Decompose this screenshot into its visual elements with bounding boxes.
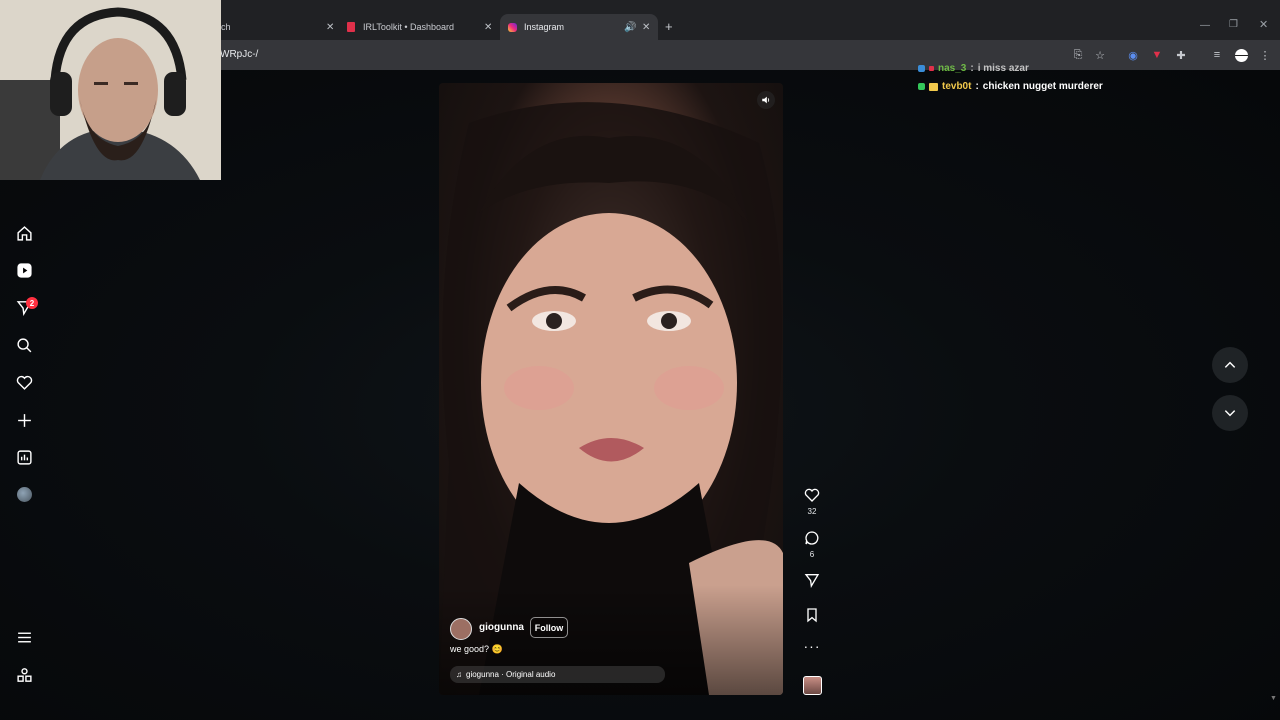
also-from-meta-icon[interactable] bbox=[14, 665, 34, 685]
chevron-up-icon bbox=[1224, 361, 1236, 368]
heart-icon[interactable] bbox=[14, 372, 34, 392]
reel-video[interactable]: giogunna Follow we good? 😊 ♫ giogunna · … bbox=[439, 83, 783, 695]
tab-irltoolkit[interactable]: IRLToolkit • Dashboard ✕ bbox=[347, 14, 497, 40]
follow-button[interactable]: Follow bbox=[530, 617, 568, 638]
like-action[interactable]: 32 bbox=[802, 487, 822, 516]
tab-twitch[interactable]: ch ✕ bbox=[221, 14, 341, 40]
chat-username: tevb0t bbox=[942, 81, 972, 92]
webcam-overlay bbox=[0, 0, 221, 180]
comment-icon[interactable] bbox=[804, 530, 820, 546]
streamer-webcam-image bbox=[0, 0, 221, 180]
chat-separator: : bbox=[975, 81, 979, 92]
close-icon[interactable]: ✕ bbox=[642, 22, 650, 33]
restore-icon[interactable]: ❐ bbox=[1229, 19, 1238, 30]
extensions-puzzle-icon[interactable]: ✚ bbox=[1173, 47, 1189, 63]
author-avatar[interactable] bbox=[450, 618, 472, 640]
tab-label: ch bbox=[221, 22, 231, 32]
chat-sub-icon bbox=[929, 66, 934, 71]
close-icon[interactable]: ✕ bbox=[326, 22, 334, 33]
tab-label: Instagram bbox=[524, 22, 565, 32]
hamburger-menu-icon[interactable] bbox=[14, 627, 34, 647]
audio-thumbnail[interactable] bbox=[802, 676, 822, 695]
share-icon[interactable] bbox=[804, 572, 820, 588]
address-bar[interactable]: WRpJc-/ bbox=[220, 49, 258, 60]
bookmark-star-icon[interactable]: ☆ bbox=[1092, 47, 1108, 63]
chat-badge-icon bbox=[918, 83, 925, 90]
heart-icon[interactable] bbox=[804, 487, 820, 503]
minimize-icon[interactable]: — bbox=[1200, 20, 1210, 31]
speaker-icon[interactable]: 🔊 bbox=[624, 22, 636, 33]
media-control-icon[interactable]: ≡ bbox=[1209, 47, 1225, 63]
chat-text: i miss azar bbox=[977, 63, 1029, 74]
share-action[interactable] bbox=[802, 572, 822, 588]
reels-icon[interactable] bbox=[14, 260, 34, 280]
previous-reel-button[interactable] bbox=[1212, 347, 1248, 383]
chat-badge-icon bbox=[918, 65, 925, 72]
dashboard-icon[interactable] bbox=[14, 447, 34, 467]
profile-avatar[interactable] bbox=[14, 484, 34, 504]
author-username[interactable]: giogunna bbox=[479, 622, 524, 633]
chat-message: nas_3 : i miss azar bbox=[918, 63, 1029, 74]
comment-count: 6 bbox=[809, 550, 815, 559]
audio-label: giogunna · Original audio bbox=[466, 670, 556, 679]
profile-icon[interactable] bbox=[1233, 47, 1249, 63]
window-close-icon[interactable]: ✕ bbox=[1259, 18, 1268, 31]
comment-action[interactable]: 6 bbox=[802, 530, 822, 559]
create-plus-icon[interactable] bbox=[14, 410, 34, 430]
chevron-down-icon bbox=[1224, 410, 1236, 417]
chat-username: nas_3 bbox=[938, 63, 967, 74]
notification-badge: 2 bbox=[26, 297, 38, 309]
home-icon[interactable] bbox=[14, 223, 34, 243]
irltoolkit-icon bbox=[347, 22, 355, 32]
scroll-down-icon[interactable]: ▼ bbox=[1270, 695, 1277, 702]
tab-instagram[interactable]: Instagram 🔊 ✕ bbox=[500, 14, 658, 40]
extension-audio-icon[interactable]: ◉ bbox=[1125, 47, 1141, 63]
chat-gift-icon bbox=[929, 82, 938, 91]
new-tab-icon[interactable]: + bbox=[665, 19, 673, 34]
audio-attribution[interactable]: ♫ giogunna · Original audio bbox=[450, 666, 665, 683]
chat-text: chicken nugget murderer bbox=[982, 81, 1103, 92]
search-icon[interactable] bbox=[14, 335, 34, 355]
chat-separator: : bbox=[970, 63, 974, 74]
browser-menu-icon[interactable]: ⋮ bbox=[1257, 47, 1273, 63]
more-options-icon[interactable]: ··· bbox=[802, 639, 822, 653]
extension-red-icon[interactable]: ▼ bbox=[1149, 47, 1165, 63]
close-icon[interactable]: ✕ bbox=[484, 22, 492, 33]
tab-label: IRLToolkit • Dashboard bbox=[363, 22, 455, 32]
install-app-icon[interactable]: ⎘ bbox=[1070, 47, 1086, 63]
like-count: 32 bbox=[807, 507, 817, 516]
save-action[interactable] bbox=[802, 607, 822, 623]
instagram-icon bbox=[508, 22, 517, 32]
music-note-icon: ♫ bbox=[456, 670, 462, 679]
speaker-mute-icon[interactable] bbox=[757, 91, 775, 109]
chat-message: tevb0t : chicken nugget murderer bbox=[918, 81, 1103, 92]
bookmark-icon[interactable] bbox=[804, 607, 820, 623]
next-reel-button[interactable] bbox=[1212, 395, 1248, 431]
reel-caption: we good? 😊 bbox=[450, 644, 503, 654]
